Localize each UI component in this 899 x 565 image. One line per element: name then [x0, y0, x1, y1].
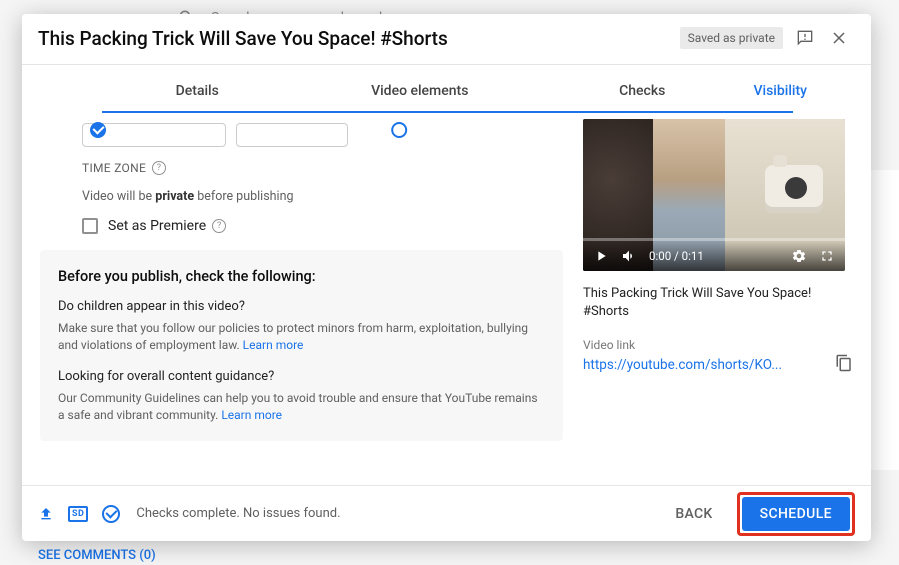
step-dot-icon: [391, 122, 407, 138]
info-p-guidelines: Our Community Guidelines can help you to…: [58, 390, 545, 425]
premiere-checkbox[interactable]: [82, 218, 98, 234]
camera-graphic: [765, 165, 823, 213]
learn-more-link[interactable]: Learn more: [221, 408, 282, 422]
copy-link-button[interactable]: [835, 354, 853, 376]
video-time: 0:00 / 0:11: [649, 249, 779, 263]
privacy-note: Video will be private before publishing: [82, 189, 553, 204]
learn-more-link[interactable]: Learn more: [243, 338, 304, 352]
info-p-children: Make sure that you follow our policies t…: [58, 320, 545, 355]
settings-icon[interactable]: [791, 248, 807, 264]
video-link[interactable]: https://youtube.com/shorts/KO...: [583, 357, 825, 373]
info-heading: Before you publish, check the following:: [58, 268, 545, 285]
premiere-row: Set as Premiere ?: [82, 218, 553, 234]
step-details[interactable]: Details: [86, 83, 309, 107]
checks-status-text: Checks complete. No issues found.: [136, 506, 651, 521]
back-button[interactable]: BACK: [663, 498, 724, 530]
stepper-line: [102, 111, 793, 113]
prepublish-info-box: Before you publish, check the following:…: [40, 250, 563, 441]
video-preview[interactable]: 0:00 / 0:11: [583, 119, 845, 271]
timezone-label: TIME ZONE ?: [82, 161, 553, 175]
schedule-button[interactable]: SCHEDULE: [742, 497, 850, 531]
save-status-badge: Saved as private: [680, 27, 783, 49]
info-q-guidelines: Looking for overall content guidance?: [58, 369, 545, 384]
schedule-highlight: SCHEDULE: [737, 492, 855, 536]
check-complete-icon: [102, 505, 120, 523]
video-link-label: Video link: [583, 338, 853, 352]
dialog-body: TIME ZONE ? Video will be private before…: [22, 117, 871, 485]
info-q-children: Do children appear in this video?: [58, 299, 545, 314]
see-comments-link[interactable]: SEE COMMENTS (0): [38, 548, 156, 563]
volume-icon[interactable]: [621, 248, 637, 264]
schedule-field-row: [82, 123, 553, 147]
time-input[interactable]: [236, 123, 348, 147]
play-icon[interactable]: [593, 248, 609, 264]
feedback-icon[interactable]: [793, 26, 817, 50]
help-icon[interactable]: ?: [212, 219, 226, 233]
stepper: Details Video elements Checks Visibility: [22, 65, 871, 117]
fullscreen-icon[interactable]: [819, 248, 835, 264]
upload-icon: [38, 506, 54, 522]
step-dot-check-icon: [90, 122, 106, 138]
dialog-header: This Packing Trick Will Save You Space! …: [22, 14, 871, 65]
step-visibility[interactable]: Visibility: [754, 83, 807, 107]
premiere-label: Set as Premiere ?: [108, 218, 226, 234]
close-icon[interactable]: [827, 26, 851, 50]
dialog-footer: SD Checks complete. No issues found. BAC…: [22, 485, 871, 541]
left-column: TIME ZONE ? Video will be private before…: [40, 117, 563, 479]
right-column: 0:00 / 0:11 This Packing Trick Will Save…: [583, 117, 853, 479]
sd-badge: SD: [68, 506, 88, 522]
footer-status-icons: SD: [38, 505, 120, 523]
step-video-elements[interactable]: Video elements: [309, 83, 532, 107]
upload-dialog: This Packing Trick Will Save You Space! …: [22, 14, 871, 541]
help-icon[interactable]: ?: [152, 161, 166, 175]
dialog-title: This Packing Trick Will Save You Space! …: [38, 27, 670, 50]
step-checks[interactable]: Checks: [531, 83, 754, 107]
background-right-panel: [869, 170, 899, 470]
preview-title: This Packing Trick Will Save You Space! …: [583, 285, 853, 320]
video-controls: 0:00 / 0:11: [583, 241, 845, 271]
